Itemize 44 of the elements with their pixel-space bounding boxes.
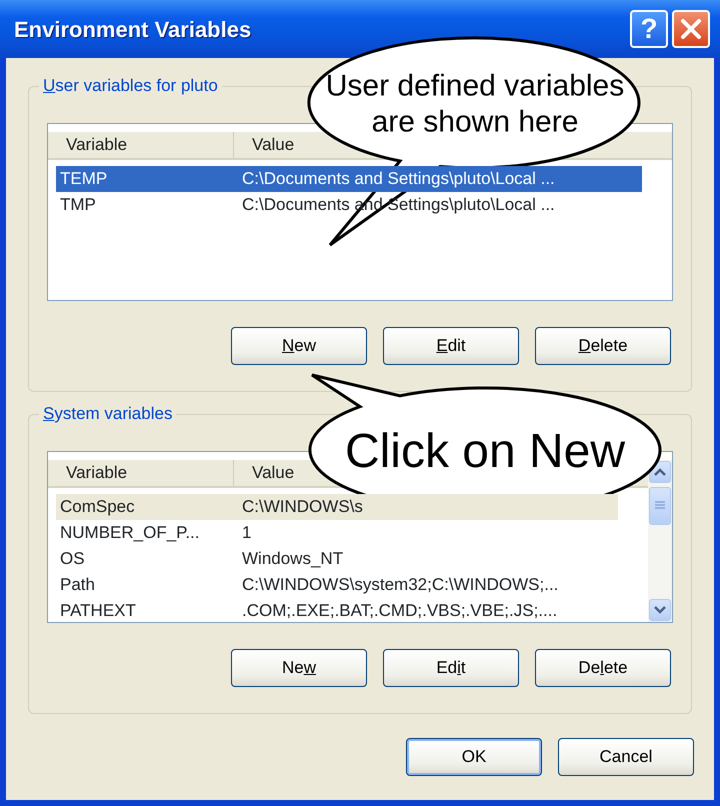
window-title: Environment Variables — [14, 16, 252, 44]
variable-name: NUMBER_OF_P... — [59, 522, 201, 544]
chevron-down-icon — [654, 606, 666, 614]
variable-value: 1 — [242, 522, 252, 544]
variable-name: Path — [59, 574, 96, 596]
variable-name: OS — [59, 548, 86, 570]
list-row[interactable]: Path C:\WINDOWS\system32;C:\WINDOWS;... — [56, 572, 618, 598]
action-button[interactable]: Edit — [383, 649, 519, 687]
callout-text: are shown here — [372, 106, 578, 138]
callout-text: User defined variables — [326, 70, 624, 102]
variable-value: C:\WINDOWS\s — [242, 496, 363, 518]
callout-text: Click on New — [344, 424, 626, 478]
action-button[interactable]: Delete — [535, 649, 671, 687]
column-header[interactable]: Value — [234, 132, 312, 158]
help-button[interactable]: ? — [630, 10, 668, 48]
chevron-up-icon — [654, 468, 666, 476]
variable-name: PATHEXT — [59, 600, 137, 622]
dialog-button[interactable]: Cancel — [558, 738, 694, 776]
scroll-down-button[interactable] — [649, 599, 671, 621]
variable-name: TEMP — [59, 168, 108, 190]
action-button[interactable]: Delete — [535, 327, 671, 365]
scroll-thumb[interactable] — [649, 487, 671, 525]
list-row[interactable]: PATHEXT .COM;.EXE;.BAT;.CMD;.VBS;.VBE;.JS;.... — [56, 598, 618, 624]
column-header[interactable]: Variable — [48, 132, 234, 158]
action-button[interactable]: New — [231, 327, 367, 365]
dialog-button[interactable]: OK — [406, 738, 542, 776]
action-button[interactable]: New — [231, 649, 367, 687]
scrollbar[interactable] — [648, 460, 672, 622]
close-icon — [680, 18, 702, 40]
variable-value: Windows_NT — [242, 548, 344, 570]
column-header[interactable]: Value — [234, 460, 312, 486]
variable-name: ComSpec — [59, 496, 136, 518]
action-button[interactable]: Edit — [383, 327, 519, 365]
list-row[interactable]: ComSpec C:\WINDOWS\s — [56, 494, 618, 520]
list-row[interactable]: OS Windows_NT — [56, 546, 618, 572]
variable-value: C:\Documents and Settings\pluto\Local ... — [242, 168, 555, 190]
variable-value: .COM;.EXE;.BAT;.CMD;.VBS;.VBE;.JS;.... — [242, 600, 558, 622]
grip-icon — [655, 501, 665, 511]
variable-name: TMP — [59, 194, 97, 216]
close-button[interactable] — [672, 10, 710, 48]
list-row[interactable]: TEMP C:\Documents and Settings\pluto\Local ... — [56, 166, 642, 192]
column-header[interactable]: Variable — [48, 460, 234, 486]
variable-value: C:\WINDOWS\system32;C:\WINDOWS;... — [242, 574, 558, 596]
list-row[interactable]: NUMBER_OF_P... 1 — [56, 520, 618, 546]
